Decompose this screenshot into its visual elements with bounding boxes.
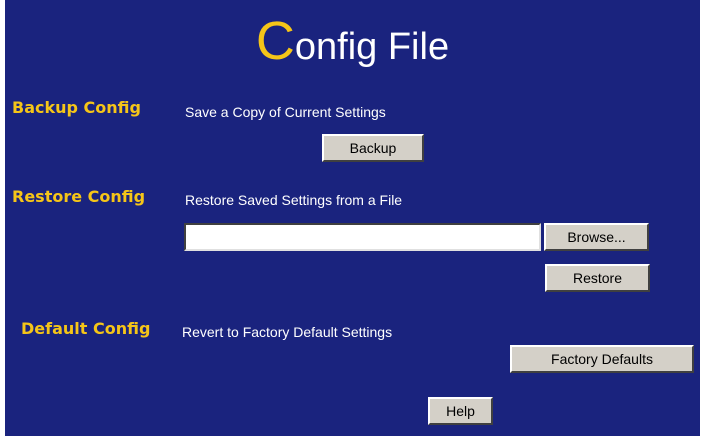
factory-defaults-button[interactable]: Factory Defaults	[510, 345, 694, 373]
backup-config-label: Backup Config	[12, 98, 141, 117]
config-panel: Config File Backup Config Save a Copy of…	[5, 0, 700, 436]
restore-config-label: Restore Config	[12, 187, 146, 206]
backup-config-description: Save a Copy of Current Settings	[185, 104, 386, 120]
restore-button[interactable]: Restore	[545, 264, 650, 292]
page-title-initial: C	[255, 11, 295, 71]
help-button[interactable]: Help	[428, 397, 493, 425]
restore-config-description: Restore Saved Settings from a File	[185, 192, 403, 208]
default-config-label: Default Config	[21, 319, 151, 338]
default-config-description: Revert to Factory Default Settings	[182, 324, 393, 340]
page-title-rest: onfig File	[294, 26, 450, 68]
restore-file-path-input[interactable]	[184, 223, 541, 251]
backup-button[interactable]: Backup	[322, 134, 424, 162]
browse-button[interactable]: Browse...	[544, 223, 649, 251]
page-title: Config File	[5, 14, 700, 72]
